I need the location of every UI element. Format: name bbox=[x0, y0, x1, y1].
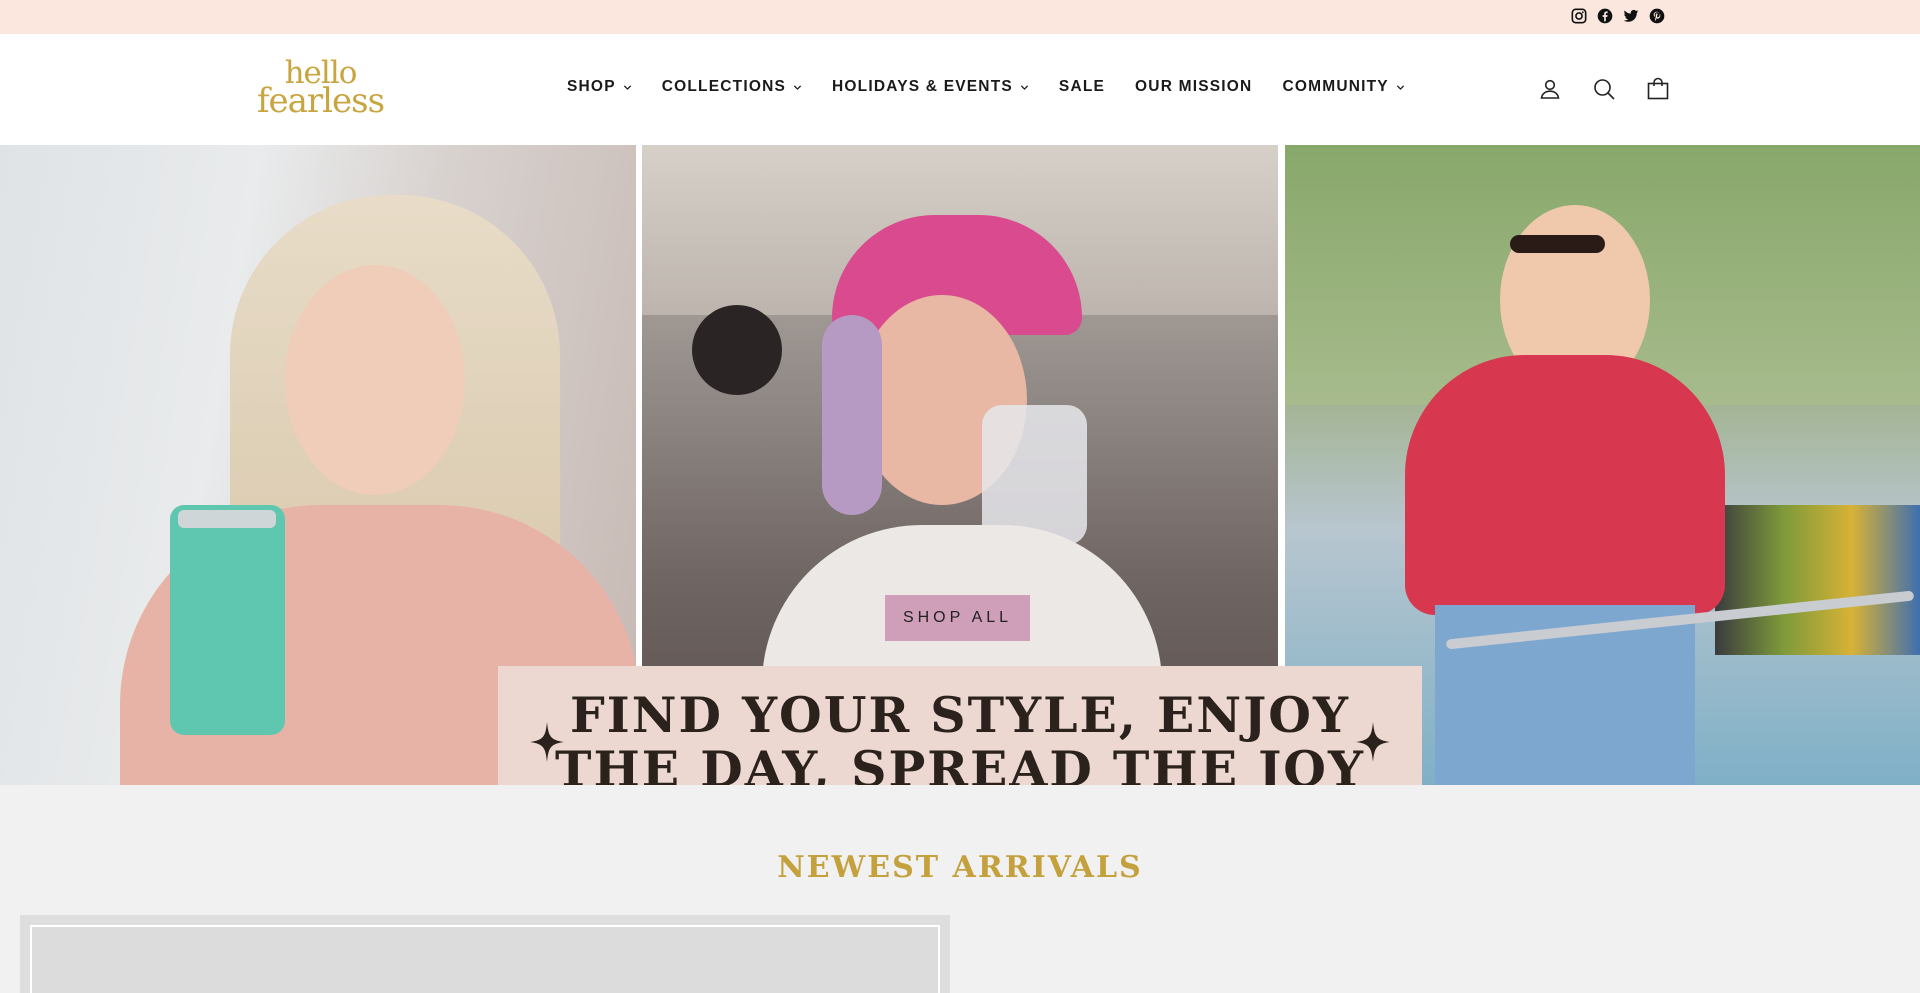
nav-item-community[interactable]: COMMUNITY bbox=[1282, 78, 1404, 96]
nav-item-label: HOLIDAYS & EVENTS bbox=[832, 78, 1013, 95]
account-button[interactable] bbox=[1537, 76, 1563, 102]
chevron-down-icon bbox=[1396, 84, 1404, 90]
sparkle-icon bbox=[530, 722, 564, 762]
nav-item-collections[interactable]: COLLECTIONS bbox=[662, 78, 802, 96]
chevron-down-icon bbox=[1020, 84, 1029, 90]
social-links bbox=[1570, 7, 1666, 25]
hero-tagline-line-2: THE DAY, SPREAD THE JOY bbox=[555, 740, 1365, 785]
nav-item-sale[interactable]: SALE bbox=[1059, 78, 1105, 96]
hero-tagline-line-1: FIND YOUR STYLE, ENJOY bbox=[570, 686, 1350, 744]
hero-tagline-banner: FIND YOUR STYLE, ENJOY THE DAY, SPREAD T… bbox=[498, 666, 1422, 785]
nav-item-label: COMMUNITY bbox=[1282, 78, 1389, 95]
section-title-newest-arrivals: NEWEST ARRIVALS bbox=[777, 850, 1143, 885]
nav-item-label: OUR MISSION bbox=[1135, 78, 1253, 95]
logo-line-2: fearless bbox=[256, 81, 385, 121]
shop-all-button[interactable]: SHOP ALL bbox=[885, 595, 1030, 641]
nav-item-holidays-events[interactable]: HOLIDAYS & EVENTS bbox=[832, 78, 1029, 96]
main-nav: SHOP COLLECTIONS HOLIDAYS & EVENTS SALE … bbox=[567, 78, 1435, 96]
hero-tagline: FIND YOUR STYLE, ENJOY THE DAY, SPREAD T… bbox=[555, 688, 1365, 785]
facebook-icon[interactable] bbox=[1596, 7, 1614, 25]
brand-logo[interactable]: hello fearless bbox=[248, 58, 393, 121]
chevron-down-icon bbox=[623, 84, 631, 90]
sparkle-icon bbox=[1356, 722, 1390, 762]
nav-item-label: SALE bbox=[1058, 78, 1106, 95]
product-card[interactable] bbox=[20, 915, 950, 993]
pinterest-icon[interactable] bbox=[1648, 7, 1666, 25]
search-icon bbox=[1594, 79, 1615, 100]
nav-item-our-mission[interactable]: OUR MISSION bbox=[1135, 78, 1252, 96]
nav-item-label: SHOP bbox=[567, 78, 616, 95]
announcement-bar bbox=[0, 0, 1920, 34]
chevron-down-icon bbox=[793, 84, 802, 90]
site-header: hello fearless SHOP COLLECTIONS HOLIDAYS… bbox=[0, 34, 1920, 145]
search-button[interactable] bbox=[1591, 76, 1617, 102]
header-actions bbox=[1537, 76, 1671, 102]
nav-item-label: COLLECTIONS bbox=[661, 78, 787, 95]
nav-item-shop[interactable]: SHOP bbox=[567, 78, 632, 96]
twitter-icon[interactable] bbox=[1622, 7, 1640, 25]
product-image-placeholder bbox=[30, 925, 940, 993]
hero-banner[interactable]: SHOP ALL FIND YOUR STYLE, ENJOY THE DAY,… bbox=[0, 145, 1920, 785]
instagram-icon[interactable] bbox=[1570, 7, 1588, 25]
cart-icon bbox=[1647, 77, 1669, 100]
user-icon bbox=[1540, 79, 1560, 99]
cart-button[interactable] bbox=[1645, 76, 1671, 102]
